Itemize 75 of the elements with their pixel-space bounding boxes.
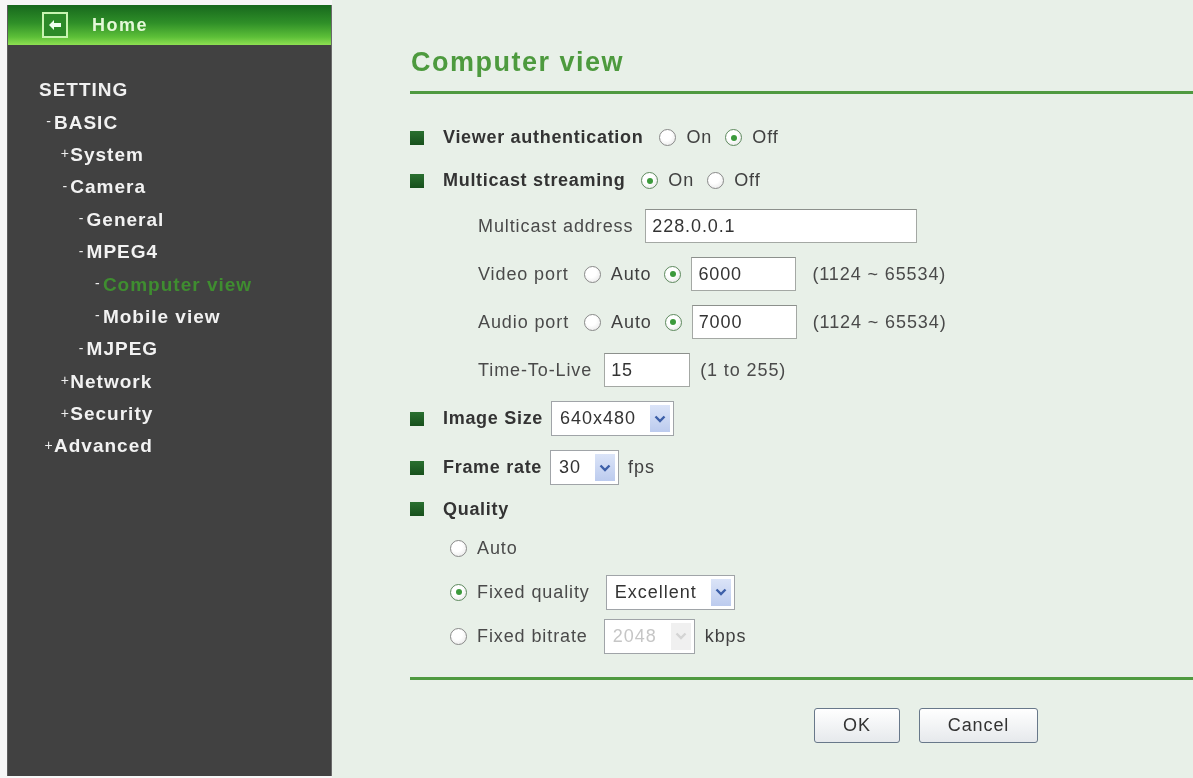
nav-link[interactable]: MJPEG [86,338,159,361]
radio-label: Fixed bitrate [477,625,588,647]
chevron-down-icon [595,454,616,481]
nav-link[interactable]: MPEG4 [86,241,159,264]
tree-sign: + [59,404,70,421]
nav-link[interactable]: Security [70,403,154,426]
field-label: Video port [478,263,569,285]
setting-label: Multicast streaming [443,170,626,191]
form-button[interactable]: OK [814,708,900,743]
radio-button[interactable] [641,172,659,189]
radio-button[interactable] [659,129,677,146]
tree-sign: - [94,275,101,292]
tree-sign: + [59,372,70,389]
radio-label: On [686,127,713,148]
chevron-down-icon [650,405,671,432]
nav-link[interactable]: Network [70,370,153,393]
dropdown[interactable]: 30 [550,450,620,485]
radio-button[interactable] [450,539,467,557]
field-label: Audio port [478,311,570,333]
dropdown[interactable]: Excellent [605,574,735,610]
nav-link[interactable]: System [70,143,144,166]
text-field[interactable]: 7000 [691,305,797,339]
setting-label: Quality [443,498,509,520]
radio-label: Auto [610,263,652,285]
field-label: Time-To-Live [478,359,593,381]
chevron-down-icon [670,622,691,650]
square-bullet-icon [410,130,424,145]
nav-link[interactable]: General [86,208,165,231]
nav-link[interactable]: Mobile view [102,305,221,328]
radio-button[interactable] [583,265,601,283]
radio-label: Auto [611,311,652,333]
square-bullet-icon [410,411,424,426]
unit-text: fps [628,457,655,478]
nav-link[interactable]: BASIC [54,111,119,134]
square-bullet-icon [410,173,424,188]
setting-label: Frame rate [443,457,543,478]
setting-label: Viewer authentication [443,127,644,148]
nav-link[interactable]: Advanced [54,435,153,458]
hint-text: (1 to 255) [700,359,787,381]
tree-sign: - [77,242,85,259]
radio-button[interactable] [450,627,467,645]
text-field[interactable]: 6000 [691,257,797,291]
tree-sign: - [45,113,52,130]
radio-label: Off [734,170,761,191]
tree-sign: - [77,339,85,356]
radio-button[interactable] [584,313,602,331]
setting-label: Image Size [443,408,544,429]
hint-text: (1124 ~ 65534) [812,263,947,285]
tree-sign: + [59,145,70,162]
tree-sign: - [61,177,69,194]
unit-text: kbps [704,625,747,647]
page-title: Computer view [411,47,625,77]
nav-link[interactable]: Camera [70,176,146,199]
text-field[interactable]: 15 [604,353,691,387]
radio-button[interactable] [707,172,725,189]
radio-label: Fixed quality [477,581,590,603]
tree-sign: + [43,437,54,453]
radio-label: Auto [477,537,518,559]
chevron-down-icon [710,578,731,606]
radio-label: On [668,170,695,191]
square-bullet-icon [410,460,424,475]
tree-sign: - [77,210,85,227]
hint-text: (1124 ~ 65534) [812,311,947,333]
section-title: SETTING [38,78,129,102]
radio-button[interactable] [725,129,743,146]
tree-sign: - [94,307,101,324]
dropdown[interactable]: 640x480 [551,401,675,436]
radio-button[interactable] [664,265,682,283]
form-button[interactable]: Cancel [918,708,1039,743]
radio-button[interactable] [664,313,682,331]
text-field[interactable]: 228.0.0.1 [645,209,918,243]
field-label: Multicast address [478,215,634,237]
square-bullet-icon [410,502,424,516]
radio-button[interactable] [450,583,467,601]
radio-label: Off [752,127,779,148]
